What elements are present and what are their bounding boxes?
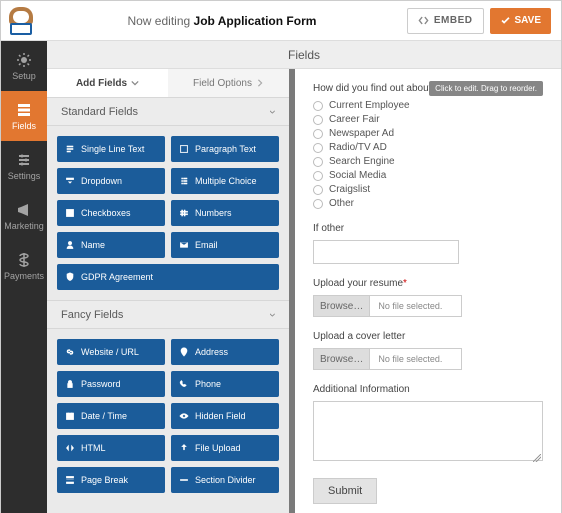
field-how-found[interactable]: ✖ Click to edit. Drag to reorder. How di… [313,83,543,209]
if-other-input[interactable] [313,240,459,264]
field-if-other[interactable]: If other [313,223,543,264]
tab-add-fields[interactable]: Add Fields [47,69,168,97]
file-icon [179,443,189,453]
check-icon [500,15,511,26]
radio-icon [313,129,323,139]
palette-phone[interactable]: Phone [171,371,279,397]
text-icon [65,144,75,154]
hidden-icon [179,411,189,421]
marketing-icon [16,202,32,218]
radio-icon [313,171,323,181]
additional-info-textarea[interactable] [313,401,543,461]
rail-marketing[interactable]: Marketing [1,191,47,241]
palette-address[interactable]: Address [171,339,279,365]
rail-setup[interactable]: Setup [1,41,47,91]
pagebreak-icon [65,475,75,485]
section-icon [179,475,189,485]
palette-number[interactable]: Numbers [171,200,279,226]
option-other[interactable]: Other [313,198,543,209]
embed-button[interactable]: EMBED [407,8,484,34]
fields-palette: Add Fields Field Options Standard Fields… [47,69,295,513]
palette-name[interactable]: Name [57,232,165,258]
code-icon [418,15,429,26]
top-bar: Now editing Job Application Form EMBED S… [1,1,561,41]
resume-file-status: No file selected. [370,295,462,317]
rail-settings[interactable]: Settings [1,141,47,191]
palette-email[interactable]: Email [171,232,279,258]
wpforms-logo [7,7,35,35]
fields-icon [16,102,32,118]
palette-multi[interactable]: Multiple Choice [171,168,279,194]
option-radio-tv-ad[interactable]: Radio/TV AD [313,142,543,153]
palette-dropdown[interactable]: Dropdown [57,168,165,194]
multi-icon [179,176,189,186]
group-standard-header[interactable]: Standard Fields› [47,97,289,126]
settings-icon [16,152,32,168]
edit-hint: Click to edit. Drag to reorder. [429,81,543,96]
phone-icon [179,379,189,389]
rail-payments[interactable]: Payments [1,241,47,291]
resume-browse-button[interactable]: Browse… [313,295,370,317]
para-icon [179,144,189,154]
cover-browse-button[interactable]: Browse… [313,348,370,370]
submit-button[interactable]: Submit [313,478,377,504]
radio-icon [313,115,323,125]
chevron-down-icon [131,79,139,87]
rail-fields[interactable]: Fields [1,91,47,141]
palette-html[interactable]: HTML [57,435,165,461]
radio-icon [313,185,323,195]
resize-grip-icon [533,454,541,462]
page-title: Now editing Job Application Form [43,14,401,28]
payments-icon [16,252,32,268]
palette-date[interactable]: Date / Time [57,403,165,429]
form-preview: ✖ Click to edit. Drag to reorder. How di… [295,69,561,513]
palette-file[interactable]: File Upload [171,435,279,461]
checkbox-icon [65,208,75,218]
radio-icon [313,143,323,153]
palette-text[interactable]: Single Line Text [57,136,165,162]
palette-para[interactable]: Paragraph Text [171,136,279,162]
option-social-media[interactable]: Social Media [313,170,543,181]
option-career-fair[interactable]: Career Fair [313,114,543,125]
group-fancy-header[interactable]: Fancy Fields› [47,300,289,329]
palette-url[interactable]: Website / URL [57,339,165,365]
side-rail: SetupFieldsSettingsMarketingPayments [1,41,47,513]
palette-gdpr[interactable]: GDPR Agreement [57,264,279,290]
palette-checkbox[interactable]: Checkboxes [57,200,165,226]
save-button[interactable]: SAVE [490,8,552,34]
radio-icon [313,101,323,111]
url-icon [65,347,75,357]
password-icon [65,379,75,389]
option-current-employee[interactable]: Current Employee [313,100,543,111]
palette-section[interactable]: Section Divider [171,467,279,493]
submit-row: Submit [313,478,543,504]
dropdown-icon [65,176,75,186]
option-newspaper-ad[interactable]: Newspaper Ad [313,128,543,139]
option-craigslist[interactable]: Craigslist [313,184,543,195]
number-icon [179,208,189,218]
panel-title: Fields [47,41,561,69]
option-search-engine[interactable]: Search Engine [313,156,543,167]
builder-area: Fields Add Fields Field Options Standard… [47,41,561,513]
tab-field-options[interactable]: Field Options [168,69,289,97]
palette-hidden[interactable]: Hidden Field [171,403,279,429]
field-additional-info[interactable]: Additional Information [313,384,543,464]
address-icon [179,347,189,357]
palette-pagebreak[interactable]: Page Break [57,467,165,493]
palette-password[interactable]: Password [57,371,165,397]
cover-file-status: No file selected. [370,348,462,370]
email-icon [179,240,189,250]
field-resume[interactable]: Upload your resume* Browse… No file sele… [313,278,543,317]
radio-icon [313,199,323,209]
name-icon [65,240,75,250]
html-icon [65,443,75,453]
date-icon [65,411,75,421]
gdpr-icon [65,272,75,282]
field-cover-letter[interactable]: Upload a cover letter Browse… No file se… [313,331,543,370]
setup-icon [16,52,32,68]
radio-icon [313,157,323,167]
chevron-right-icon [256,79,264,87]
